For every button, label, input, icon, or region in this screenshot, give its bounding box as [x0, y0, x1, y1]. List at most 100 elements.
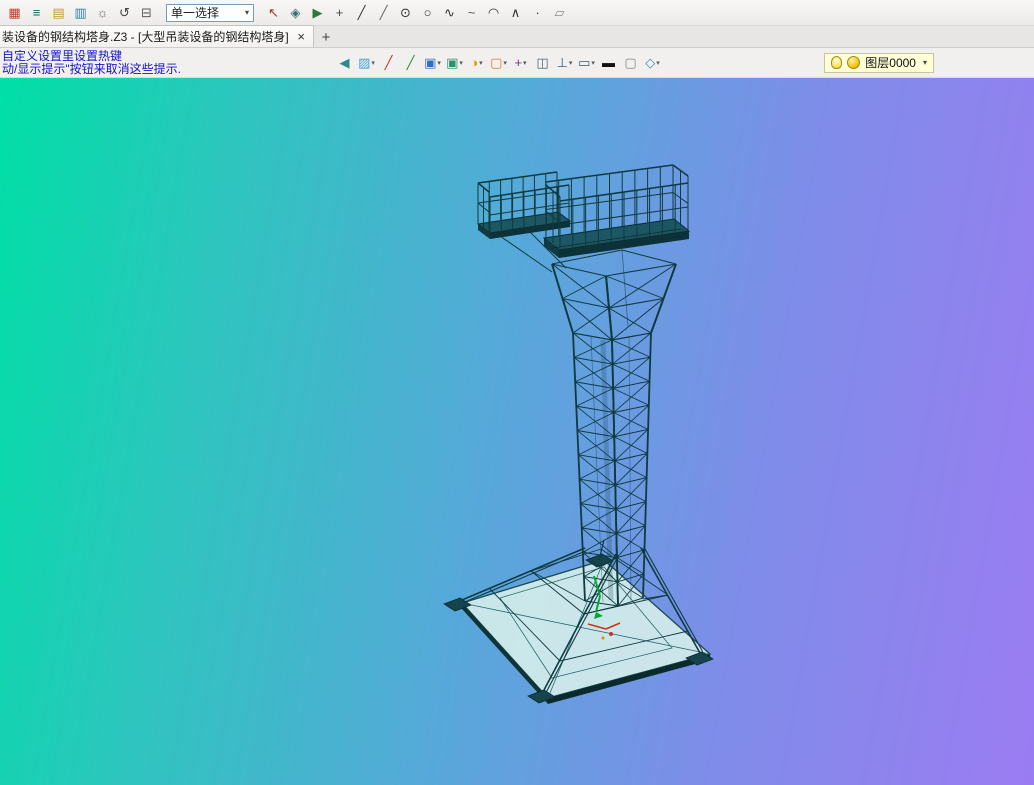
hint-line-1: 自定义设置里设置热键 — [2, 49, 123, 63]
undo-icon: ↺ — [119, 5, 130, 20]
circle-tool-icon[interactable]: ○ — [417, 3, 438, 23]
layer-control-dropdown[interactable]: 图层0000 ▾ — [824, 52, 934, 73]
line-tool-icon[interactable]: ╱ — [351, 3, 372, 23]
display-monitor-icon[interactable]: ▭ ▾ — [576, 53, 597, 73]
open-folder-icon[interactable]: ▤ — [48, 3, 69, 23]
erase-tool-icon[interactable]: ▱ — [549, 3, 570, 23]
list-icon[interactable]: ≡ — [26, 3, 47, 23]
manager-grid-icon[interactable]: ▦ — [4, 3, 25, 23]
background-box-icon[interactable]: ▢ — [620, 53, 641, 73]
circle-center-icon[interactable]: ⊙ — [395, 3, 416, 23]
polyline-tool-icon[interactable]: ╱ — [373, 3, 394, 23]
circle-tool-icon: ○ — [423, 5, 432, 20]
appearance-style-icon: ▨ — [358, 55, 371, 70]
document-tab[interactable]: 装设备的钢结构塔身.Z3 - [大型吊装设备的钢结构塔身] × — [0, 25, 314, 47]
sketch-tool-icons: ↖ ◈ ▶ + ╱ ╱ ⊙ ○ ∿ ~ ◠ ∧ ∙ ▱ — [263, 3, 570, 23]
shade-mode-icon: ▣ — [446, 55, 459, 70]
appearance-style-icon[interactable]: ▨ ▾ — [356, 53, 377, 73]
align-view-icon: ⊥ — [556, 55, 568, 70]
view-toolbar: 自定义设置里设置热键 动/显示提示"按钮来取消这些提示. ◀ ▨ ▾ ╱ ╱ ▣ ▾ ▣ ▾ ◑ ▾… — [0, 48, 1034, 78]
export-doc-icon[interactable]: ▥ — [70, 3, 91, 23]
chevron-down-icon: ▾ — [591, 59, 595, 67]
angle-line-icon[interactable]: ∧ — [505, 3, 526, 23]
document-tabbar: 装设备的钢结构塔身.Z3 - [大型吊装设备的钢结构塔身] × + — [0, 25, 1034, 48]
circle-center-icon: ⊙ — [400, 5, 411, 20]
color-wheel-icon[interactable]: ◑ ▾ — [466, 53, 487, 73]
line-width-icon[interactable]: ▬ — [598, 53, 619, 73]
curve-tool-icon[interactable]: ~ — [461, 3, 482, 23]
pan-move-icon: + — [335, 5, 344, 20]
manager-grid-icon: ▦ — [8, 5, 21, 20]
point-tool-icon: ∙ — [535, 5, 540, 20]
clean-broom-icon: ◇ — [645, 55, 656, 70]
chevron-down-icon: ▾ — [437, 59, 441, 67]
hint-text: 自定义设置里设置热键 动/显示提示"按钮来取消这些提示. — [0, 50, 334, 76]
3d-viewport[interactable] — [0, 78, 1034, 785]
layer-name: 图层0000 — [865, 56, 916, 70]
view-cube-icon[interactable]: ▣ ▾ — [422, 53, 443, 73]
close-icon[interactable]: × — [297, 30, 305, 43]
color-wheel-icon: ◑ — [470, 55, 479, 70]
new-tab-button[interactable]: + — [314, 27, 338, 47]
alarm-bulb-icon: ☼ — [96, 5, 109, 20]
chevron-down-icon: ▾ — [244, 8, 249, 17]
point-tool-icon[interactable]: ∙ — [527, 3, 548, 23]
cursor-select-icon: ↖ — [268, 5, 279, 20]
import-view-icon[interactable]: ◀ — [334, 53, 355, 73]
top-toolbar: ▦ ≡ ▤ ▥ ☼ ↺ ⊟ 单一选择 ▾ ↖ ◈ ▶ + ╱ ╱ ⊙ ○ ∿ ~ ◠ ∧ ∙ ▱ — [0, 0, 1034, 26]
layer-color-icon — [847, 56, 861, 69]
spline-tool-icon: ∿ — [444, 5, 455, 20]
chevron-down-icon: ▾ — [656, 59, 660, 67]
import-view-icon: ◀ — [339, 55, 350, 70]
pick-filter-icon: ◈ — [290, 5, 301, 20]
red-pen-icon: ╱ — [384, 55, 393, 70]
paste-icon[interactable]: ⊟ — [136, 3, 157, 23]
chevron-down-icon: ▾ — [922, 58, 927, 67]
green-pen-icon: ╱ — [406, 55, 415, 70]
background-box-icon: ▢ — [624, 55, 637, 70]
pick-filter-icon[interactable]: ◈ — [285, 3, 306, 23]
datum-axis-icon[interactable]: + ▾ — [510, 53, 531, 73]
datum-axis-icon: + — [514, 55, 523, 70]
arc-tool-icon: ◠ — [487, 5, 500, 20]
green-pen-icon[interactable]: ╱ — [400, 53, 421, 73]
chevron-down-icon: ▾ — [568, 59, 573, 67]
pan-move-icon[interactable]: + — [329, 3, 350, 23]
selection-mode-value: 单一选择 — [171, 6, 220, 20]
zw3d-window: ▦ ≡ ▤ ▥ ☼ ↺ ⊟ 单一选择 ▾ ↖ ◈ ▶ + ╱ ╱ ⊙ ○ ∿ ~ ◠ ∧ ∙ ▱ 装设备的钢结构塔身.… — [0, 0, 1034, 785]
undo-icon[interactable]: ↺ — [114, 3, 135, 23]
cursor-select-icon[interactable]: ↖ — [263, 3, 284, 23]
line-width-icon: ▬ — [602, 55, 615, 70]
play-icon: ▶ — [312, 5, 323, 20]
chevron-down-icon: ▾ — [459, 59, 463, 67]
render-mode-icon: ▢ — [490, 55, 503, 70]
alarm-bulb-icon[interactable]: ☼ — [92, 3, 113, 23]
render-mode-icon[interactable]: ▢ ▾ — [488, 53, 509, 73]
shade-mode-icon[interactable]: ▣ ▾ — [444, 53, 465, 73]
erase-tool-icon: ▱ — [554, 5, 565, 20]
spline-tool-icon[interactable]: ∿ — [439, 3, 460, 23]
play-icon[interactable]: ▶ — [307, 3, 328, 23]
view-toolbar-icons: ◀ ▨ ▾ ╱ ╱ ▣ ▾ ▣ ▾ ◑ ▾ ▢ ▾ + ▾ ◫ ⊥ ▾ ▭ ▾ ▬ ▢ ◇ ▾ — [334, 53, 663, 73]
section-view-icon: ◫ — [536, 55, 549, 70]
3d-model-steel-tower — [443, 164, 714, 704]
list-icon: ≡ — [32, 5, 41, 20]
view-cube-icon: ▣ — [424, 55, 437, 70]
open-folder-icon: ▤ — [52, 5, 65, 20]
angle-line-icon: ∧ — [510, 5, 521, 20]
quick-access-icons: ▦ ≡ ▤ ▥ ☼ ↺ ⊟ — [4, 3, 157, 23]
line-tool-icon: ╱ — [357, 5, 366, 20]
align-view-icon[interactable]: ⊥ ▾ — [554, 53, 575, 73]
paste-icon: ⊟ — [141, 5, 152, 20]
hint-line-2: 动/显示提示"按钮来取消这些提示. — [2, 61, 181, 76]
selection-mode-dropdown[interactable]: 单一选择 ▾ — [166, 3, 254, 22]
chevron-down-icon: ▾ — [503, 59, 507, 67]
clean-broom-icon[interactable]: ◇ ▾ — [642, 53, 663, 73]
red-pen-icon[interactable]: ╱ — [378, 53, 399, 73]
curve-tool-icon: ~ — [467, 5, 476, 20]
export-doc-icon: ▥ — [74, 5, 87, 20]
arc-tool-icon[interactable]: ◠ — [483, 3, 504, 23]
bulb-icon — [831, 56, 843, 69]
section-view-icon[interactable]: ◫ — [532, 53, 553, 73]
chevron-down-icon: ▾ — [523, 59, 527, 67]
